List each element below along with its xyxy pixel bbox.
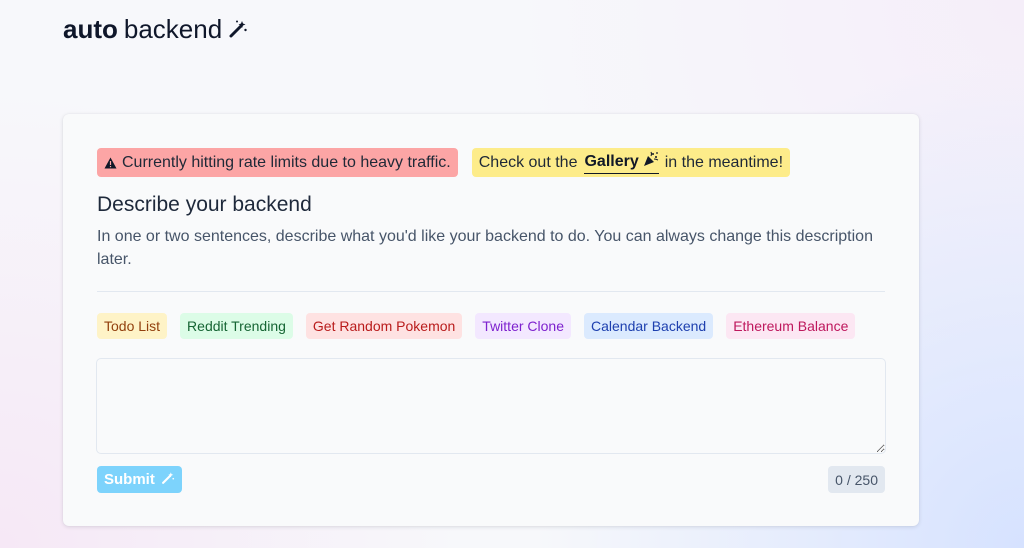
chip-label: Reddit Trending — [187, 318, 286, 334]
gallery-link-label: Gallery — [584, 152, 639, 170]
gallery-link[interactable]: Gallery — [584, 151, 659, 174]
example-chip-todo-list[interactable]: Todo List — [97, 313, 168, 339]
warning-triangle-icon — [104, 157, 117, 169]
app-logo[interactable]: auto backend — [63, 16, 248, 42]
divider — [97, 291, 885, 292]
describe-backend-card: Currently hitting rate limits due to hea… — [63, 114, 919, 526]
description-input-wrapper — [96, 358, 886, 454]
example-chip-reddit-trending[interactable]: Reddit Trending — [180, 313, 293, 339]
chip-label: Calendar Backend — [591, 318, 707, 334]
form-description: In one or two sentences, describe what y… — [97, 228, 873, 268]
magic-wand-icon — [161, 471, 175, 489]
chip-label: Todo List — [104, 318, 161, 334]
description-input[interactable] — [96, 358, 886, 454]
rate-limit-alert: Currently hitting rate limits due to hea… — [97, 148, 458, 177]
example-chip-calendar-backend[interactable]: Calendar Backend — [584, 313, 714, 339]
character-counter: 0 / 250 — [828, 466, 885, 493]
gallery-alert-prefix: Check out the — [478, 153, 578, 171]
logo-text-regular: backend — [123, 14, 223, 44]
alerts-row: Currently hitting rate limits due to hea… — [97, 148, 791, 177]
example-chip-ethereum-balance[interactable]: Ethereum Balance — [726, 313, 856, 339]
chip-label: Ethereum Balance — [733, 318, 849, 334]
example-chip-get-random-pokemon[interactable]: Get Random Pokemon — [305, 313, 463, 339]
chip-label: Get Random Pokemon — [312, 318, 456, 334]
example-chip-twitter-clone[interactable]: Twitter Clone — [475, 313, 571, 339]
form-heading: Describe your backend — [97, 193, 312, 216]
logo-text-bold: auto — [63, 14, 118, 44]
gallery-alert: Check out the Gallery in the meantime! — [471, 148, 791, 177]
magic-wand-icon — [228, 19, 248, 39]
gallery-alert-suffix: in the meantime! — [664, 153, 784, 171]
submit-button[interactable]: Submit — [97, 466, 182, 493]
party-popper-icon — [643, 151, 659, 172]
submit-label: Submit — [104, 471, 155, 488]
chip-label: Twitter Clone — [482, 318, 564, 334]
rate-limit-text: Currently hitting rate limits due to hea… — [122, 153, 451, 171]
example-chips: Todo List Reddit Trending Get Random Pok… — [97, 313, 856, 339]
